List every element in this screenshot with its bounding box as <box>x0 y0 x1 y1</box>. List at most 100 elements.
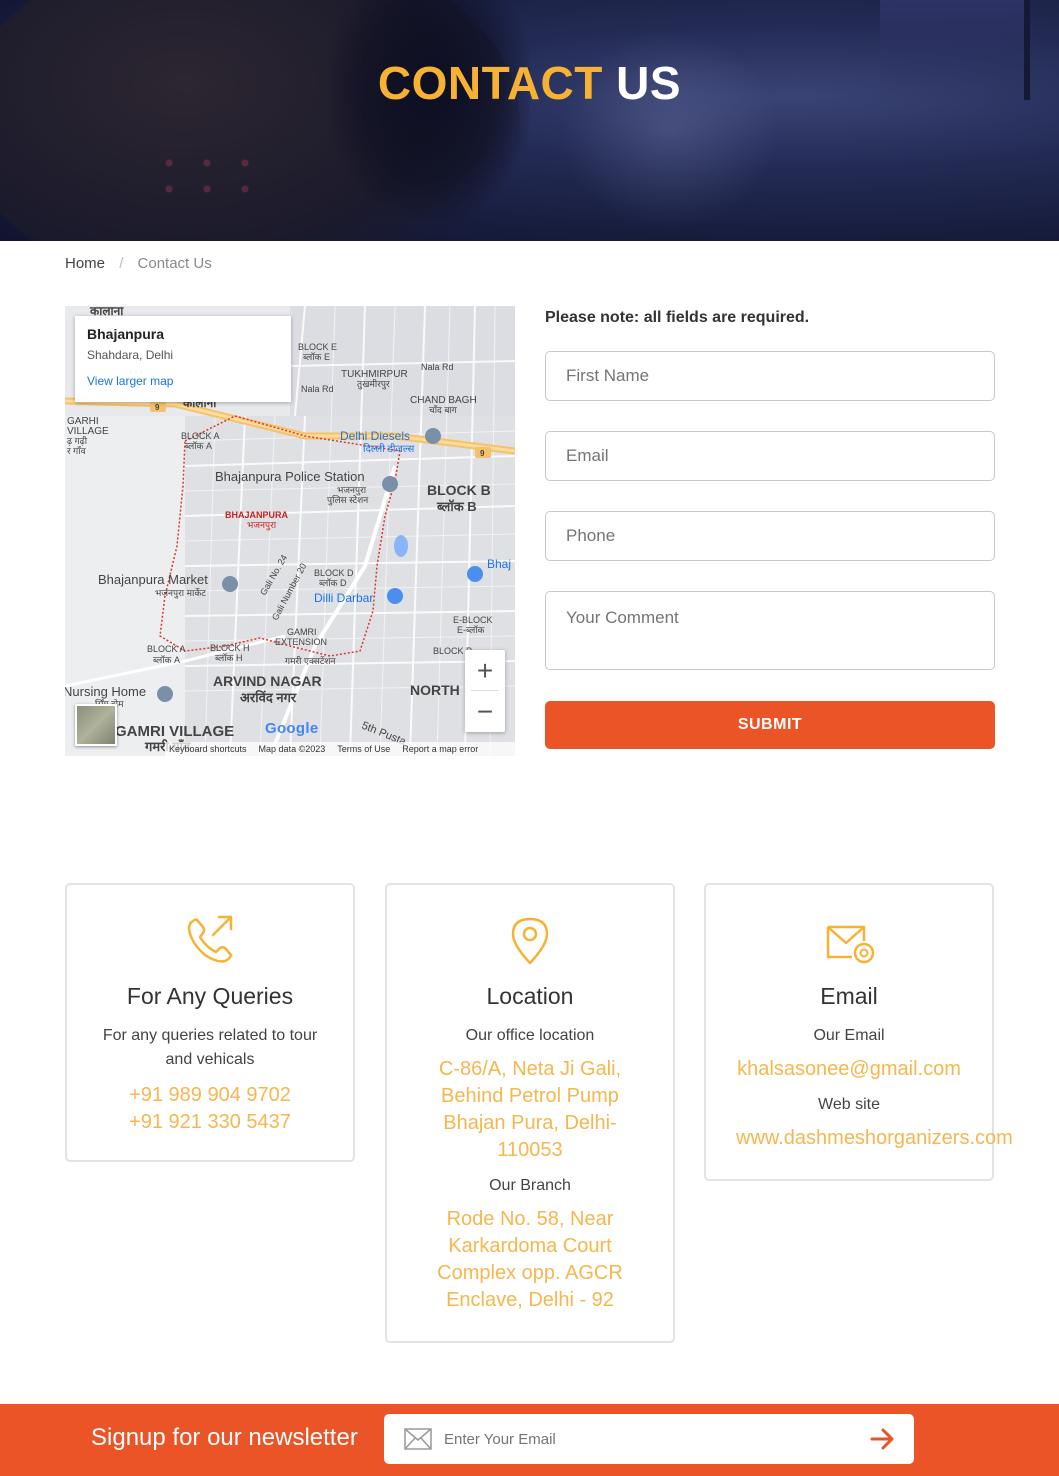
page-title-rest: US <box>616 57 682 109</box>
breadcrumb: Home / Contact Us <box>65 255 212 272</box>
map-label: पुलिस स्टेशन <box>327 494 369 506</box>
breadcrumb-separator: / <box>119 255 124 272</box>
map-label: ARVIND NAGAR <box>213 673 322 689</box>
phone-input[interactable] <box>545 511 995 561</box>
comment-textarea[interactable] <box>545 591 995 670</box>
email-subtitle: Our Email <box>813 1027 885 1044</box>
form-required-note: Please note: all fields are required. <box>545 309 810 326</box>
map-label: ब्लॉक B <box>436 499 477 514</box>
office-address: C-86/A, Neta Ji Gali, Behind Petrol Pump… <box>387 1056 673 1164</box>
map-label: NORTH <box>410 682 460 698</box>
map-label: दिल्ली डीजल्स <box>363 443 415 455</box>
zoom-divider <box>471 690 499 691</box>
report-map-error-link[interactable]: Report a map error <box>402 744 478 754</box>
map-label: BHAJANPURA <box>225 510 289 520</box>
map-label: BLOCK D <box>314 568 354 578</box>
map-label: चाँद बाग <box>429 404 458 415</box>
map-label: अरविंद नगर <box>240 689 297 705</box>
map-place-subtitle: Shahdara, Delhi <box>87 348 174 362</box>
map-attribution-bar: Keyboard shortcuts Map data ©2023 Terms … <box>165 742 515 756</box>
map-place-title: Bhajanpura <box>87 326 165 342</box>
map-label: ब्लॉक E <box>303 352 330 362</box>
map-zoom-control: + − <box>465 650 505 732</box>
submit-button[interactable]: SUBMIT <box>545 701 995 749</box>
branch-address-line: Complex opp. AGCR <box>437 1262 623 1284</box>
newsletter-email-input[interactable] <box>444 1414 844 1464</box>
email-at-icon <box>826 925 875 964</box>
map-road-number: 9 <box>480 449 485 458</box>
embedded-map[interactable]: कालाना BLOCK E ब्लॉक E Nala Rd Nala Rd T… <box>65 306 515 756</box>
first-name-input[interactable] <box>545 351 995 401</box>
zoom-out-button[interactable]: − <box>465 691 505 732</box>
map-label: गमरी एक्सटेंशन <box>285 655 337 666</box>
map-road-number: 9 <box>155 403 160 412</box>
satellite-toggle-button[interactable] <box>75 704 117 746</box>
map-label: GAMRI VILLAGE <box>115 723 234 740</box>
website-link[interactable]: www.dashmeshorganizers.com <box>706 1125 1013 1152</box>
email-address-link[interactable]: khalsasonee@gmail.com <box>706 1056 992 1083</box>
location-card: Location Our office location C-86/A, Net… <box>385 883 675 1343</box>
location-pin-icon <box>511 917 549 965</box>
map-label: EXTENSION <box>275 637 327 647</box>
map-label: ब्लॉक A <box>153 655 180 665</box>
map-label: GAMRI <box>287 627 317 637</box>
branch-address-line: Rode No. 58, Near <box>446 1208 614 1230</box>
map-label: तुखमीरपुर <box>357 378 390 390</box>
branch-label: Our Branch <box>489 1177 571 1194</box>
arrow-right-icon[interactable] <box>870 1427 896 1451</box>
email-title: Email <box>820 983 878 1009</box>
map-label: Nala Rd <box>421 362 454 372</box>
phone-number-link[interactable]: +91 989 904 9702 <box>67 1082 353 1109</box>
office-address-line: 110053 <box>497 1139 563 1161</box>
map-label: Bhajanpura Police Station <box>215 469 365 484</box>
map-label: भजनपुरा <box>247 520 277 531</box>
keyboard-shortcuts-link[interactable]: Keyboard shortcuts <box>169 744 247 754</box>
google-logo: Google <box>265 720 318 737</box>
page-title: CONTACT US <box>0 56 1059 110</box>
office-location-label: Our office location <box>465 1027 595 1044</box>
website-label: Web site <box>818 1096 880 1113</box>
page-title-highlight: CONTACT <box>377 57 603 109</box>
view-larger-map-link[interactable]: View larger map <box>87 374 279 388</box>
queries-subtitle: For any queries related to tour and vehi… <box>102 1027 318 1068</box>
branch-address-line: Karkardoma Court <box>448 1235 612 1257</box>
map-label: BLOCK A <box>181 431 220 441</box>
phone-number-link[interactable]: +91 921 330 5437 <box>67 1109 353 1136</box>
location-title: Location <box>486 983 574 1009</box>
google-logo-text: Google <box>265 720 319 737</box>
map-data-credit: Map data ©2023 <box>258 744 326 754</box>
queries-title: For Any Queries <box>126 983 294 1009</box>
map-label: Bhajanpura Market <box>98 572 208 587</box>
zoom-in-button[interactable]: + <box>465 650 505 691</box>
map-label: BLOCK B <box>427 482 491 498</box>
branch-address-line: Enclave, Delhi - 92 <box>446 1289 614 1311</box>
email-card: Email Our Email khalsasonee@gmail.com We… <box>704 883 1013 1181</box>
map-label: Dilli Darbar <box>314 591 373 605</box>
hero-background-shape <box>330 0 530 220</box>
map-label: भजनपुरा मार्केट <box>155 587 206 599</box>
queries-card: For Any Queries For any queries related … <box>65 883 355 1162</box>
email-input[interactable] <box>545 431 995 481</box>
office-address-line: Bhajan Pura, Delhi- <box>443 1112 617 1134</box>
branch-address: Rode No. 58, Near Karkardoma Court Compl… <box>387 1206 673 1314</box>
breadcrumb-current: Contact Us <box>137 255 212 272</box>
newsletter-bar: Signup for our newsletter <box>0 1404 1059 1476</box>
map-label: E-BLOCK <box>453 615 493 625</box>
map-label: BLOCK H <box>210 643 250 653</box>
terms-of-use-link[interactable]: Terms of Use <box>337 744 390 754</box>
map-label: Nursing Home <box>65 684 146 699</box>
map-label: ब्लॉक D <box>319 578 347 588</box>
breadcrumb-home-link[interactable]: Home <box>65 255 105 272</box>
map-label: E-ब्लॉक <box>457 625 486 635</box>
office-address-line: C-86/A, Neta Ji Gali, <box>438 1058 622 1080</box>
hero-background-lights <box>150 150 270 210</box>
page-hero-banner: CONTACT US <box>0 0 1059 241</box>
newsletter-form <box>384 1414 914 1464</box>
map-label: BLOCK E <box>298 342 337 352</box>
map-label: Bhaj <box>487 557 511 571</box>
office-address-line: Behind Petrol Pump <box>441 1085 619 1107</box>
map-label: ढ़ गढ़ी <box>67 435 88 446</box>
map-label: ब्लॉक A <box>185 441 212 451</box>
map-label: Delhi Diesels <box>340 429 410 443</box>
envelope-icon <box>404 1428 432 1450</box>
